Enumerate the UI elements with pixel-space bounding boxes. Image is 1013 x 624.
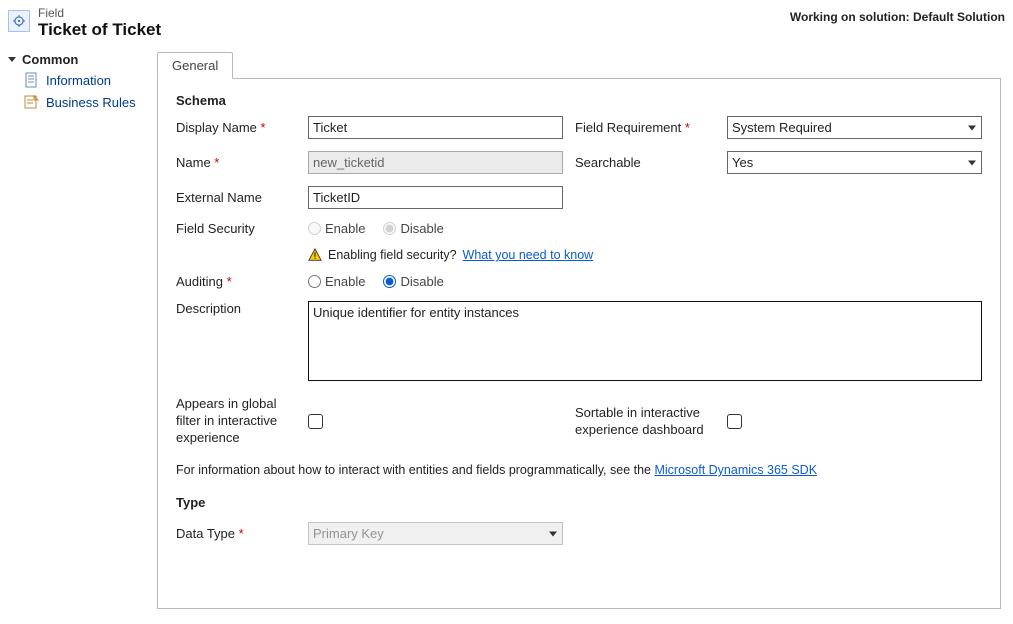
header-pretitle: Field <box>38 6 790 20</box>
label-sortable-dashboard: Sortable in interactive experience dashb… <box>575 405 715 439</box>
field-security-info-link[interactable]: What you need to know <box>463 248 594 262</box>
description-textarea[interactable]: Unique identifier for entity instances <box>308 301 982 381</box>
field-security-warning-text: Enabling field security? <box>328 248 457 262</box>
label-field-requirement: Field Requirement <box>575 120 715 135</box>
solution-context-label: Working on solution: <box>790 10 910 24</box>
sidebar-section-common[interactable]: Common <box>0 50 157 69</box>
field-security-disable-radio: Disable <box>383 221 443 236</box>
main-content: General Schema Display Name Field Requir… <box>157 50 1013 621</box>
auditing-enable-radio[interactable]: Enable <box>308 274 365 289</box>
radio-enable <box>308 222 321 235</box>
label-external-name: External Name <box>176 190 296 205</box>
warning-icon <box>308 248 322 262</box>
sdk-info-text: For information about how to interact wi… <box>176 463 654 477</box>
label-description: Description <box>176 301 296 316</box>
field-requirement-select[interactable]: System Required <box>727 116 982 139</box>
tab-bar: General <box>157 52 1001 79</box>
page-title: Ticket of Ticket <box>38 20 790 40</box>
tabpanel-general: Schema Display Name Field Requirement Sy… <box>157 79 1001 609</box>
sidebar-item-information[interactable]: Information <box>0 69 157 91</box>
info-sheet-icon <box>24 72 40 88</box>
radio-enable[interactable] <box>308 275 321 288</box>
radio-disable-label: Disable <box>400 221 443 236</box>
section-heading-schema: Schema <box>176 93 982 108</box>
field-entity-icon <box>8 10 30 32</box>
solution-context-value: Default Solution <box>913 10 1005 24</box>
display-name-input[interactable] <box>308 116 563 139</box>
sdk-link[interactable]: Microsoft Dynamics 365 SDK <box>654 463 817 477</box>
caret-down-icon <box>8 57 16 62</box>
radio-enable-label: Enable <box>325 221 365 236</box>
sidebar-item-business-rules[interactable]: Business Rules <box>0 91 157 113</box>
sortable-dashboard-checkbox[interactable] <box>727 414 742 429</box>
name-input <box>308 151 563 174</box>
solution-context: Working on solution: Default Solution <box>790 10 1005 24</box>
label-display-name: Display Name <box>176 120 296 135</box>
searchable-select[interactable]: Yes <box>727 151 982 174</box>
external-name-input[interactable] <box>308 186 563 209</box>
sidebar-section-label: Common <box>22 52 78 67</box>
label-global-filter: Appears in global filter in interactive … <box>176 396 296 447</box>
field-security-enable-radio: Enable <box>308 221 365 236</box>
label-field-security: Field Security <box>176 221 296 236</box>
rules-icon <box>24 94 40 110</box>
radio-enable-label: Enable <box>325 274 365 289</box>
label-name: Name <box>176 155 296 170</box>
radio-disable <box>383 222 396 235</box>
sidebar: Common Information Business Rules <box>0 50 157 113</box>
sidebar-item-label: Business Rules <box>46 95 136 110</box>
radio-disable-label: Disable <box>400 274 443 289</box>
auditing-disable-radio[interactable]: Disable <box>383 274 443 289</box>
sidebar-item-label: Information <box>46 73 111 88</box>
data-type-select: Primary Key <box>308 522 563 545</box>
section-heading-type: Type <box>176 495 982 510</box>
label-data-type: Data Type <box>176 526 296 541</box>
global-filter-checkbox[interactable] <box>308 414 323 429</box>
label-auditing: Auditing <box>176 274 296 289</box>
page-header: Field Ticket of Ticket Working on soluti… <box>0 0 1013 50</box>
label-searchable: Searchable <box>575 155 715 170</box>
radio-disable[interactable] <box>383 275 396 288</box>
tab-general[interactable]: General <box>157 52 233 79</box>
